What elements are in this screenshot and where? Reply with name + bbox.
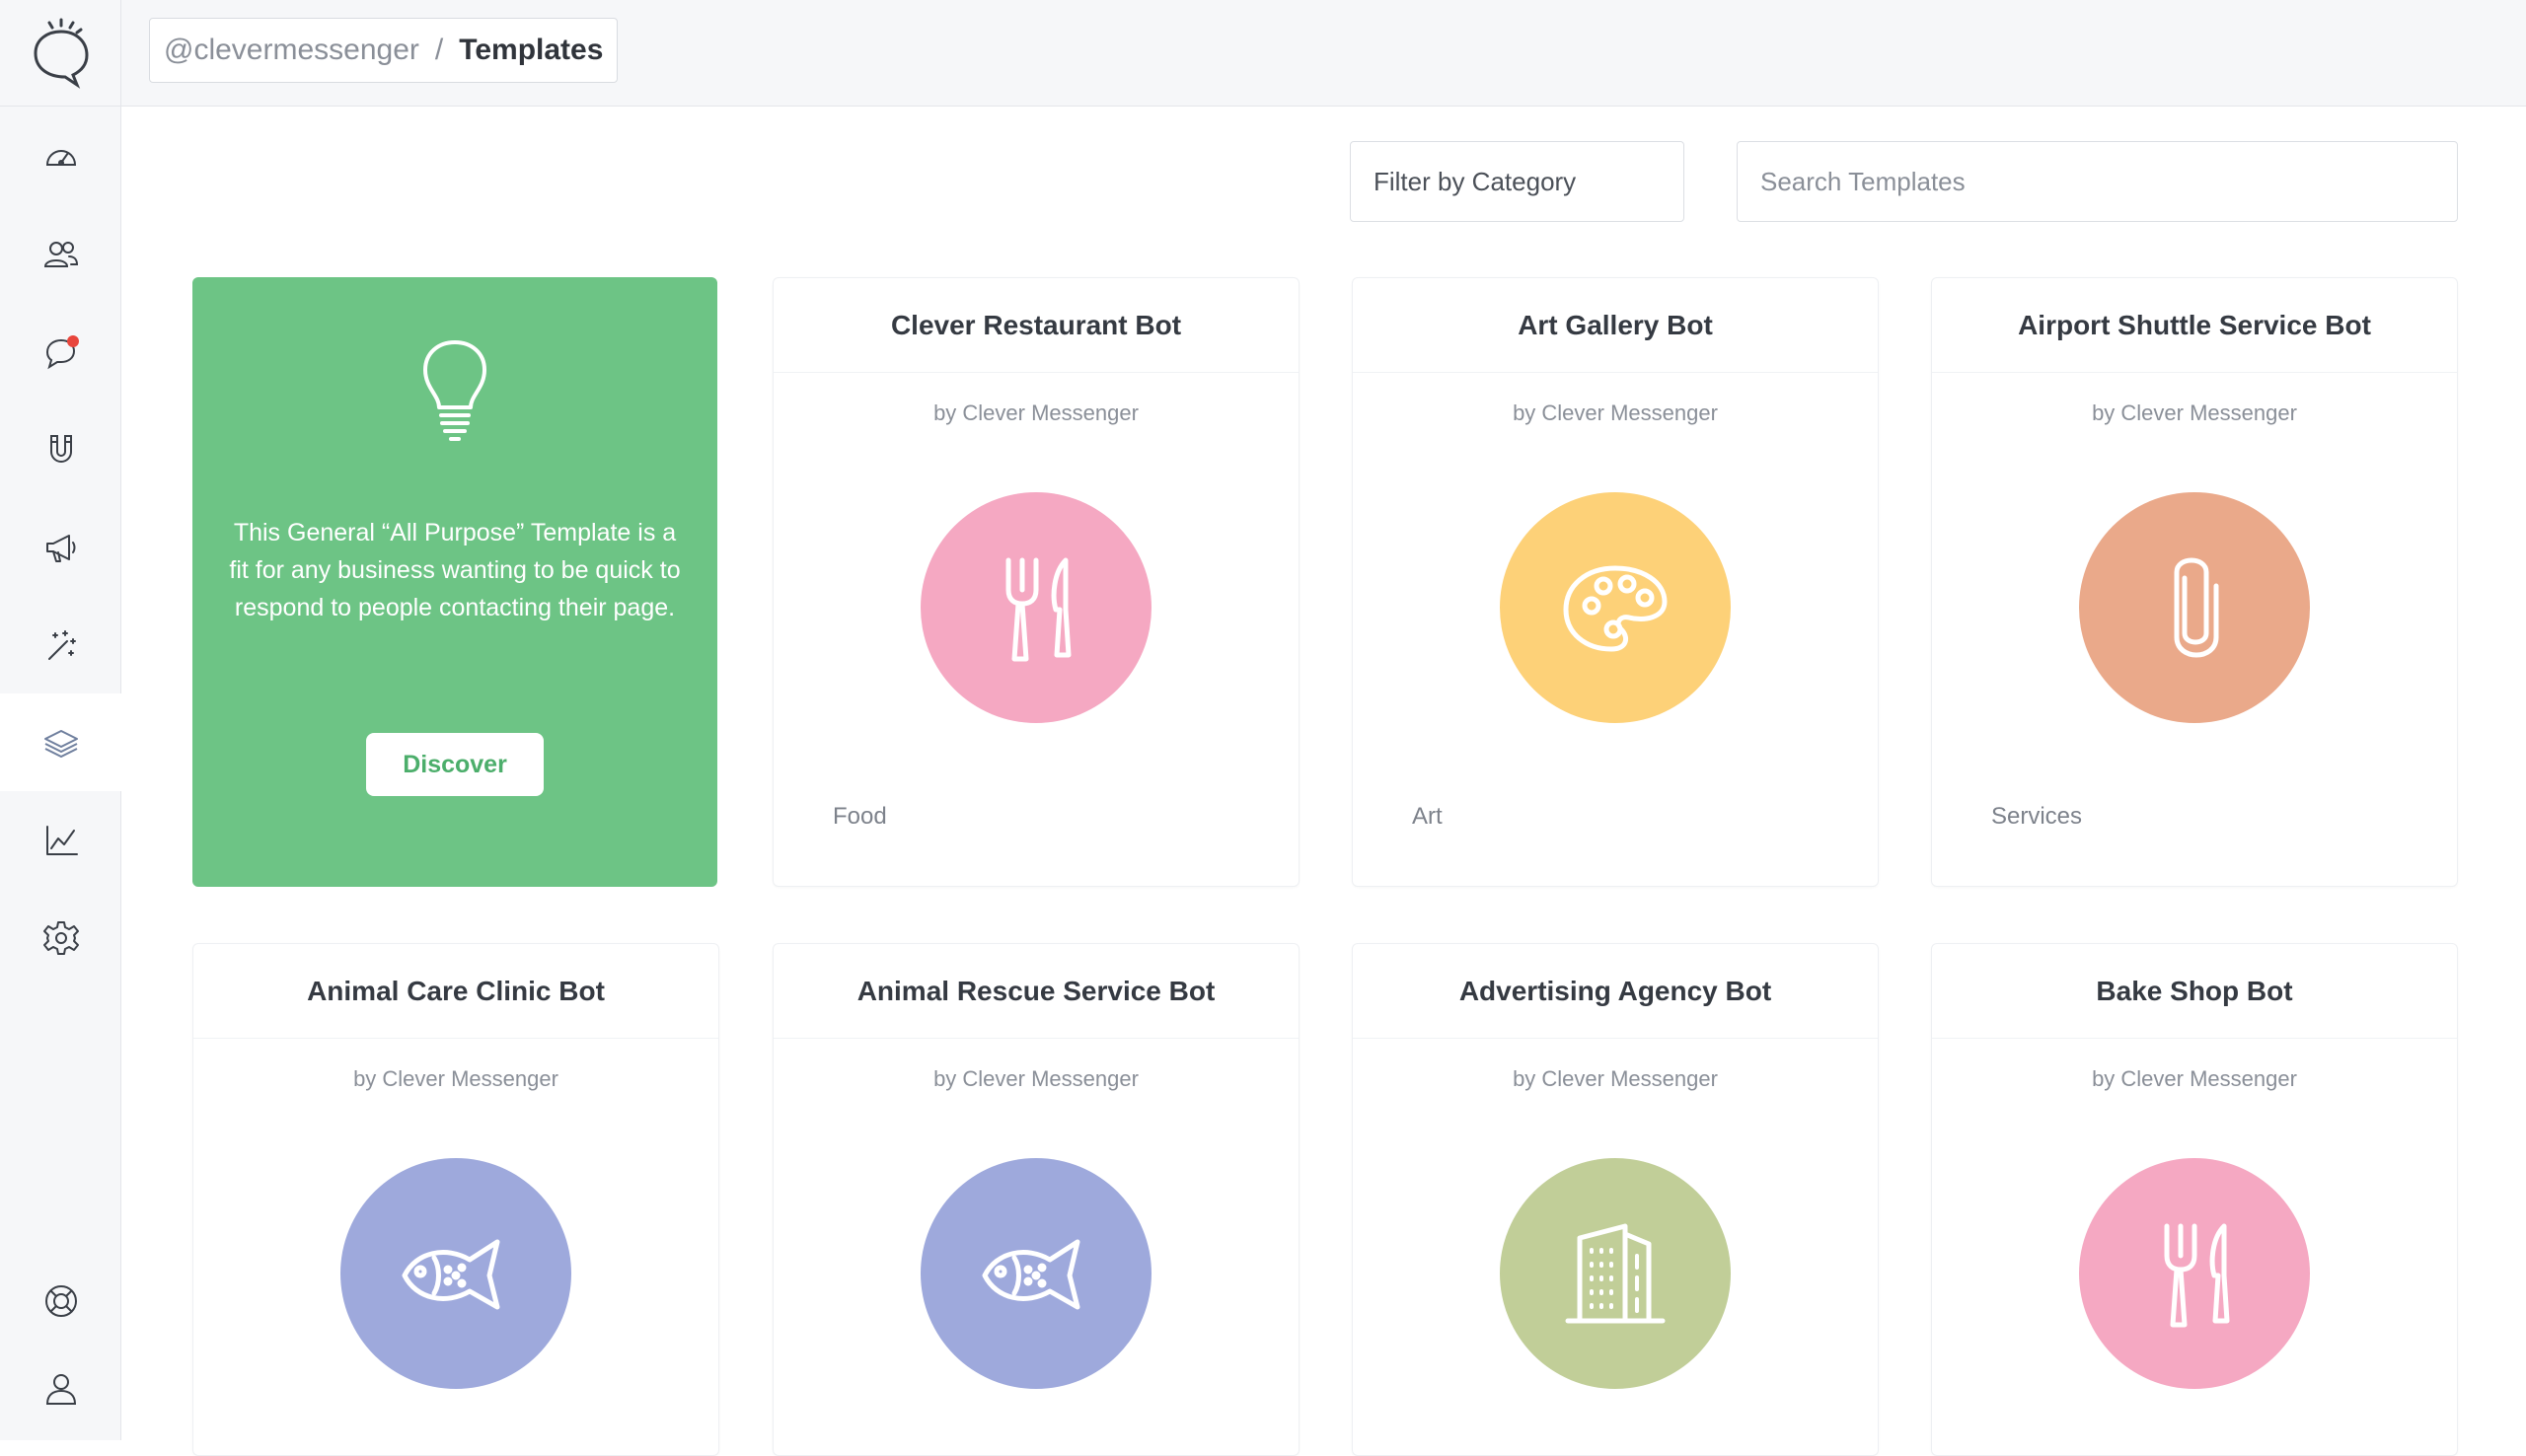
template-icon-circle — [340, 1158, 571, 1389]
template-title: Advertising Agency Bot — [1353, 944, 1878, 1039]
building-icon — [1565, 1223, 1666, 1324]
layers-icon — [43, 729, 78, 758]
template-card[interactable]: Animal Rescue Service Bot by Clever Mess… — [773, 943, 1300, 1456]
sidebar-item-growth-tools[interactable] — [0, 400, 121, 498]
category-filter-label: Filter by Category — [1374, 166, 1577, 196]
fish-icon — [982, 1239, 1080, 1310]
template-author: by Clever Messenger — [2092, 400, 2297, 425]
template-category: Art — [1412, 803, 1443, 830]
template-icon-circle — [921, 492, 1152, 723]
breadcrumb-separator: / — [434, 34, 444, 66]
paperclip-icon — [2174, 557, 2219, 658]
search-templates-input[interactable] — [1737, 141, 2458, 222]
palette-icon — [1563, 565, 1668, 652]
template-icon-circle — [1500, 492, 1731, 723]
template-card[interactable]: Airport Shuttle Service Bot by Clever Me… — [1931, 277, 2458, 887]
top-header: @clevermessenger / Templates — [121, 0, 2526, 107]
template-title: Clever Restaurant Bot — [774, 278, 1299, 373]
template-author: by Clever Messenger — [1513, 400, 1718, 425]
logo[interactable] — [0, 0, 121, 107]
template-title: Animal Care Clinic Bot — [193, 944, 718, 1039]
sidebar-item-analytics[interactable] — [0, 791, 121, 889]
lightbulb-icon — [423, 340, 486, 441]
promo-description: This General “All Purpose” Template is a… — [229, 519, 681, 621]
breadcrumb: @clevermessenger / Templates — [149, 18, 619, 83]
sidebar-item-settings[interactable] — [0, 889, 121, 986]
template-card[interactable]: Art Gallery Bot by Clever Messenger Art — [1352, 277, 1879, 887]
chat-bubble-icon — [45, 334, 79, 369]
template-icon-circle — [921, 1158, 1152, 1389]
template-author: by Clever Messenger — [1513, 1066, 1718, 1091]
promo-card: This General “All Purpose” Template is a… — [192, 277, 717, 887]
template-title: Animal Rescue Service Bot — [774, 944, 1299, 1039]
line-chart-icon — [45, 825, 78, 855]
template-title: Airport Shuttle Service Bot — [1932, 278, 2457, 373]
users-icon — [43, 241, 78, 267]
template-title: Bake Shop Bot — [1932, 944, 2457, 1039]
sidebar-item-live-chat[interactable] — [0, 303, 121, 400]
template-card[interactable]: Advertising Agency Bot by Clever Messeng… — [1352, 943, 1879, 1456]
sidebar-item-dashboard[interactable] — [0, 108, 121, 205]
lifebuoy-icon — [44, 1284, 77, 1317]
template-icon-circle — [1500, 1158, 1731, 1389]
fork-knife-icon — [2164, 1223, 2230, 1328]
notification-dot — [66, 334, 79, 347]
logo-icon — [34, 18, 89, 89]
template-title: Art Gallery Bot — [1353, 278, 1878, 373]
page-title: Templates — [459, 34, 604, 66]
gear-icon — [42, 920, 79, 955]
user-icon — [45, 1373, 76, 1405]
template-icon-circle — [2079, 1158, 2310, 1389]
sidebar-item-automation[interactable] — [0, 596, 121, 693]
template-category: Services — [1991, 803, 2083, 830]
template-icon-circle — [2079, 492, 2310, 723]
sidebar-item-profile[interactable] — [0, 1340, 121, 1437]
sidebar-item-templates[interactable] — [0, 693, 121, 791]
template-author: by Clever Messenger — [2092, 1066, 2297, 1091]
sidebar-item-audience[interactable] — [0, 205, 121, 303]
megaphone-icon — [45, 534, 75, 562]
template-card[interactable]: Animal Care Clinic Bot by Clever Messeng… — [192, 943, 719, 1456]
sidebar-item-help[interactable] — [0, 1252, 121, 1349]
fork-knife-icon — [1005, 557, 1072, 662]
sidebar-item-broadcasts[interactable] — [0, 498, 121, 596]
discover-button[interactable]: Discover — [366, 733, 544, 796]
category-filter-dropdown[interactable]: Filter by Category — [1350, 141, 1684, 222]
template-author: by Clever Messenger — [353, 1066, 558, 1091]
template-category: Food — [833, 803, 887, 830]
magnet-icon — [49, 434, 72, 463]
speedometer-icon — [45, 149, 76, 166]
magic-wand-icon — [47, 629, 76, 660]
template-author: by Clever Messenger — [933, 1066, 1139, 1091]
template-card[interactable]: Clever Restaurant Bot by Clever Messenge… — [773, 277, 1300, 887]
template-card[interactable]: Bake Shop Bot by Clever Messenger — [1931, 943, 2458, 1456]
fish-icon — [402, 1239, 500, 1310]
breadcrumb-account[interactable]: @clevermessenger — [164, 34, 419, 67]
template-author: by Clever Messenger — [933, 400, 1139, 425]
sidebar — [0, 0, 121, 1440]
